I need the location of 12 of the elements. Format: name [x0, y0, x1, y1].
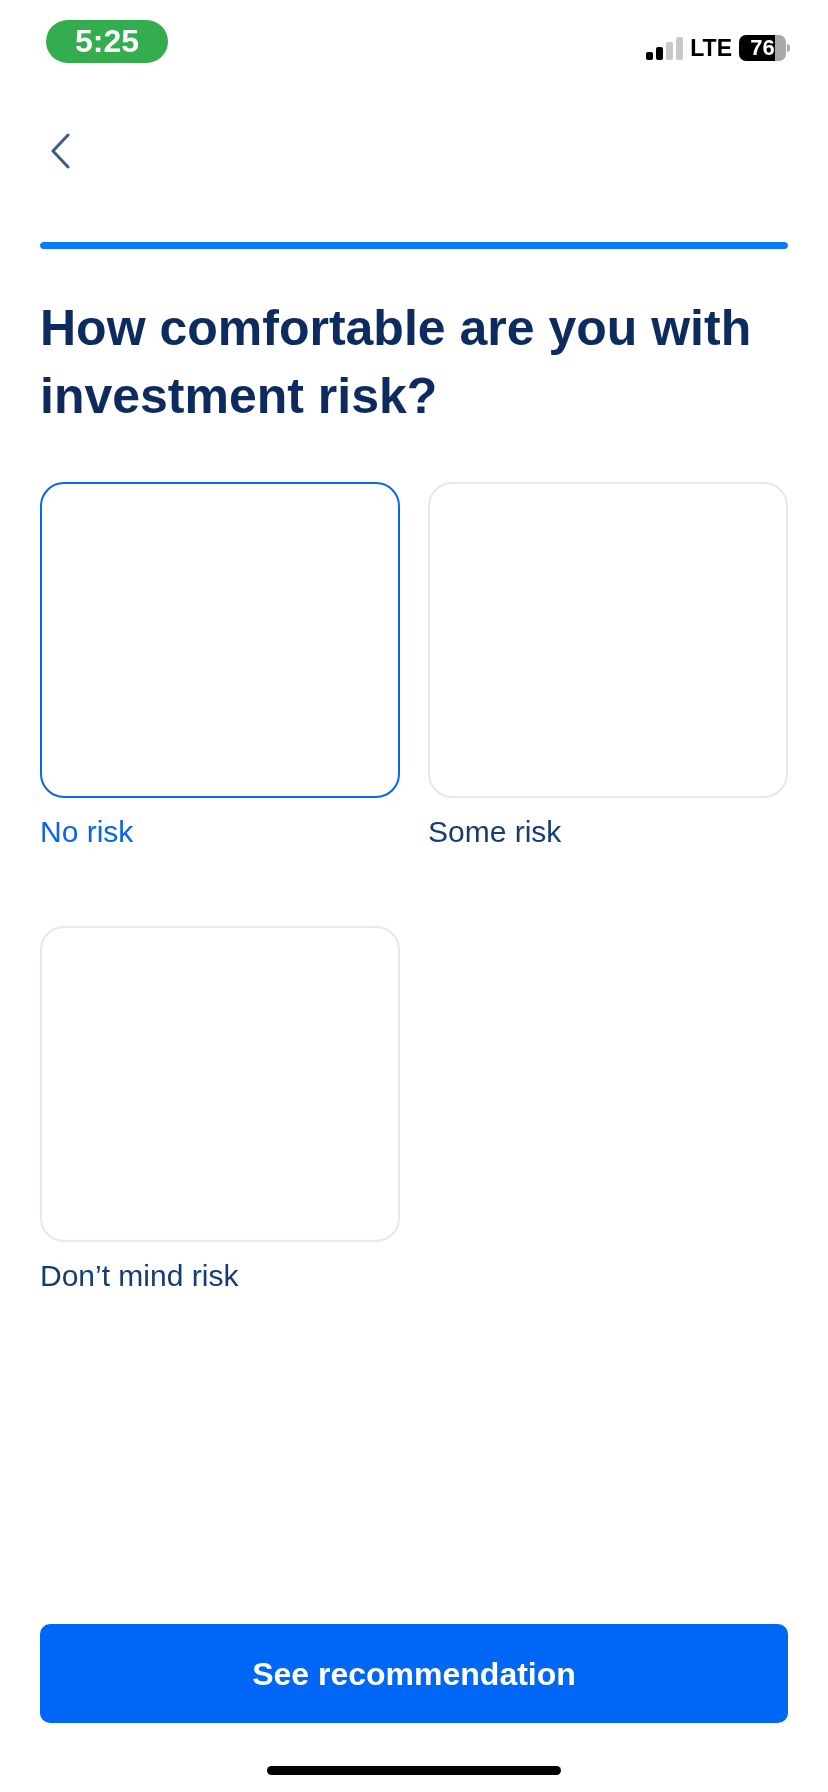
- battery-indicator: 76: [739, 35, 790, 61]
- see-recommendation-button[interactable]: See recommendation: [40, 1624, 788, 1723]
- signal-icon: [646, 36, 684, 60]
- option-label: No risk: [40, 814, 134, 850]
- option-label: Don’t mind risk: [40, 1258, 239, 1294]
- back-button[interactable]: [50, 133, 70, 169]
- chevron-left-icon: [50, 133, 70, 169]
- status-time: 5:25: [46, 20, 168, 63]
- network-type: LTE: [690, 35, 732, 61]
- option-label: Some risk: [428, 814, 562, 850]
- question-heading: How comfortable are you with investment risk?: [40, 299, 753, 426]
- option-card[interactable]: [40, 482, 400, 798]
